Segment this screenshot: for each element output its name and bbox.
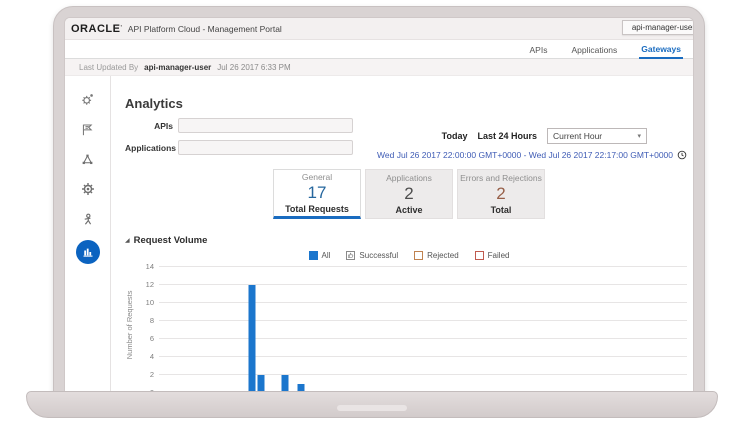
legend-swatch-outline <box>474 250 484 260</box>
last-updated-label: Last Updated By <box>79 62 139 72</box>
legend-label: Successful <box>359 250 399 260</box>
y-axis-tick-label: 8 <box>149 316 154 325</box>
summary-card[interactable]: General 17 Total Requests <box>273 169 361 219</box>
card-title: General <box>301 172 333 182</box>
applications-filter-input[interactable] <box>178 140 353 155</box>
last-updated-user: api-manager-user <box>144 62 212 72</box>
card-label: Total <box>490 205 512 215</box>
y-axis-tick-label: 2 <box>149 370 154 379</box>
legend-label: Rejected <box>427 250 459 260</box>
gridline <box>159 284 687 285</box>
gridline <box>159 356 687 357</box>
nav-tab-gateways[interactable]: Gateways <box>639 41 683 59</box>
card-title: Errors and Rejections <box>460 173 542 183</box>
summary-card[interactable]: Applications 2 Active <box>365 169 453 219</box>
sidebar <box>65 76 111 396</box>
last-updated-timestamp: Jul 26 2017 6:33 PM <box>217 62 291 72</box>
summary-card[interactable]: Errors and Rejections 2 Total <box>457 169 545 219</box>
y-axis-tick-label: 12 <box>145 280 154 289</box>
y-axis-tick-label: 10 <box>145 298 154 307</box>
nav-tab-apis[interactable]: APIs <box>528 42 550 58</box>
app-header: ORACLE ' API Platform Cloud - Management … <box>65 18 693 40</box>
chart-bar <box>248 285 256 392</box>
gridline <box>159 266 687 267</box>
today-button[interactable]: Today <box>442 131 468 141</box>
gridline <box>159 338 687 339</box>
legend-label: Failed <box>487 250 510 260</box>
card-value: 2 <box>404 184 414 203</box>
y-axis-tick-label: 6 <box>149 334 154 343</box>
legend-item-successful[interactable]: Successful <box>346 250 399 260</box>
legend-label: All <box>321 250 331 260</box>
laptop-frame: ORACLE ' API Platform Cloud - Management … <box>53 6 705 397</box>
app-title: API Platform Cloud - Management Portal <box>127 23 282 34</box>
applications-filter-label: Applications <box>125 142 177 153</box>
nav-tabs: APIs Applications Gateways <box>65 40 693 59</box>
legend-item-all[interactable]: All <box>308 250 331 260</box>
period-select[interactable]: Current Hour ▾ <box>547 128 647 144</box>
oracle-logo-mark: ' <box>120 25 122 32</box>
summary-cards: General 17 Total Requests Applications 2… <box>125 169 693 219</box>
card-value: 17 <box>307 183 327 202</box>
oracle-logo: ORACLE <box>71 22 121 35</box>
chart-legend: All Successful Rejected Failed <box>125 249 693 261</box>
legend-swatch-outline <box>414 250 424 260</box>
apis-filter-input[interactable] <box>178 118 353 133</box>
card-value: 2 <box>496 184 506 203</box>
y-axis-tick-label: 14 <box>145 262 154 271</box>
collapse-icon[interactable]: ◢ <box>125 237 130 244</box>
card-label: Active <box>395 205 423 215</box>
time-controls: Today Last 24 Hours Current Hour ▾ Wed J… <box>377 128 687 160</box>
nav-tab-applications[interactable]: Applications <box>569 42 619 58</box>
apis-icon[interactable] <box>79 90 97 108</box>
gridline <box>159 320 687 321</box>
analytics-icon[interactable] <box>75 240 100 264</box>
last-updated-bar: Last Updated By api-manager-user Jul 26 … <box>65 59 693 76</box>
laptop-base <box>26 391 718 418</box>
card-label: Total Requests <box>285 204 349 214</box>
user-menu-button[interactable]: api-manager-user <box>621 20 693 35</box>
card-title: Applications <box>386 173 432 183</box>
chart-bar <box>281 375 289 392</box>
legend-item-failed[interactable]: Failed <box>474 250 510 260</box>
chart-bar <box>257 375 265 392</box>
analytics-page: Analytics APIs Applications Today Last 2… <box>111 76 693 396</box>
screen: ORACLE ' API Platform Cloud - Management … <box>64 17 694 397</box>
legend-swatch-filled <box>308 250 318 260</box>
request-volume-title: Request Volume <box>133 235 208 246</box>
page-title: Analytics <box>125 96 183 111</box>
gridline <box>159 302 687 303</box>
plans-icon[interactable] <box>79 120 97 138</box>
services-icon[interactable] <box>79 150 97 168</box>
y-axis-title: Number of Requests <box>125 290 134 360</box>
period-select-value: Current Hour <box>553 131 603 141</box>
gridline <box>159 374 687 375</box>
thumbs-up-icon <box>346 250 356 260</box>
chevron-down-icon: ▾ <box>637 133 641 140</box>
y-axis-tick-label: 4 <box>149 352 154 361</box>
request-volume-chart: Number of Requests 02468101214 3:00 PMJu… <box>125 262 693 396</box>
apis-filter-label: APIs <box>154 120 173 131</box>
settings-icon[interactable] <box>79 180 97 198</box>
laptop-base-notch <box>337 405 407 411</box>
date-range-text: Wed Jul 26 2017 22:00:00 GMT+0000 - Wed … <box>377 150 673 160</box>
legend-item-rejected[interactable]: Rejected <box>414 250 459 260</box>
last-24-hours-button[interactable]: Last 24 Hours <box>477 131 537 141</box>
agents-icon[interactable] <box>79 210 97 228</box>
chart-plot: 02468101214 <box>146 262 687 396</box>
clock-icon[interactable] <box>677 150 687 160</box>
